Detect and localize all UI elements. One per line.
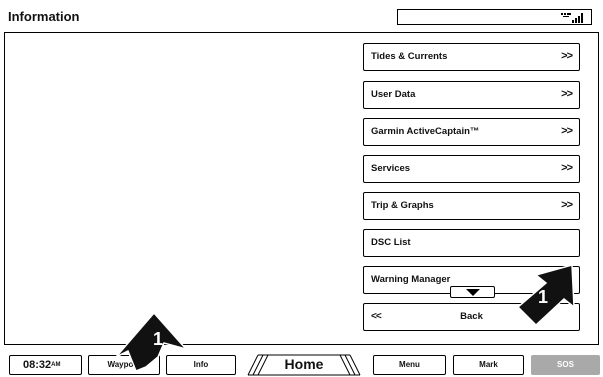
scroll-down-icon <box>466 289 480 296</box>
mark-button[interactable]: Mark <box>453 355 524 375</box>
menu-item-label: Warning Manager <box>371 274 451 285</box>
info-label: Info <box>193 360 209 369</box>
chevron-right-icon: >> <box>561 125 573 137</box>
clock-display: 08:32AM <box>9 355 82 375</box>
menu-label: Menu <box>399 360 420 369</box>
chevron-right-icon: >> <box>561 50 573 62</box>
menu-button[interactable]: Menu <box>373 355 446 375</box>
chevron-right-icon: >> <box>561 88 573 100</box>
clock-ampm: AM <box>51 362 61 369</box>
menu-item-label: User Data <box>371 89 416 100</box>
menu-item-label: Tides & Currents <box>371 51 448 62</box>
menu-item-label: Trip & Graphs <box>371 200 434 211</box>
status-bar <box>397 9 592 25</box>
menu-item-dsc-list[interactable]: DSC List <box>363 229 580 257</box>
menu-item-label: Services <box>371 163 411 174</box>
content-panel <box>4 32 599 345</box>
scroll-down-button[interactable] <box>450 286 495 298</box>
sos-button[interactable]: SOS <box>531 355 600 375</box>
menu-item-user-data[interactable]: User Data >> <box>363 81 580 109</box>
mark-label: Mark <box>479 360 498 369</box>
chevron-right-icon: >> <box>561 162 573 174</box>
home-button[interactable]: Home <box>246 354 362 376</box>
chevron-right-icon: >> <box>561 199 573 211</box>
menu-item-tides-currents[interactable]: Tides & Currents >> <box>363 43 580 71</box>
menu-item-label: DSC List <box>371 237 411 248</box>
menu-item-trip-graphs[interactable]: Trip & Graphs >> <box>363 192 580 220</box>
menu-item-services[interactable]: Services >> <box>363 155 580 183</box>
page-title: Information <box>8 9 80 24</box>
menu-item-activecaptain[interactable]: Garmin ActiveCaptain™ >> <box>363 118 580 146</box>
clock-time: 08:32 <box>23 359 52 371</box>
callout-number-right: 1 <box>538 287 549 307</box>
home-label: Home <box>284 356 324 372</box>
signal-strength-icon <box>561 13 583 23</box>
callout-number-left: 1 <box>153 329 164 349</box>
sos-label: SOS <box>557 360 574 369</box>
menu-item-label: Garmin ActiveCaptain™ <box>371 126 480 137</box>
